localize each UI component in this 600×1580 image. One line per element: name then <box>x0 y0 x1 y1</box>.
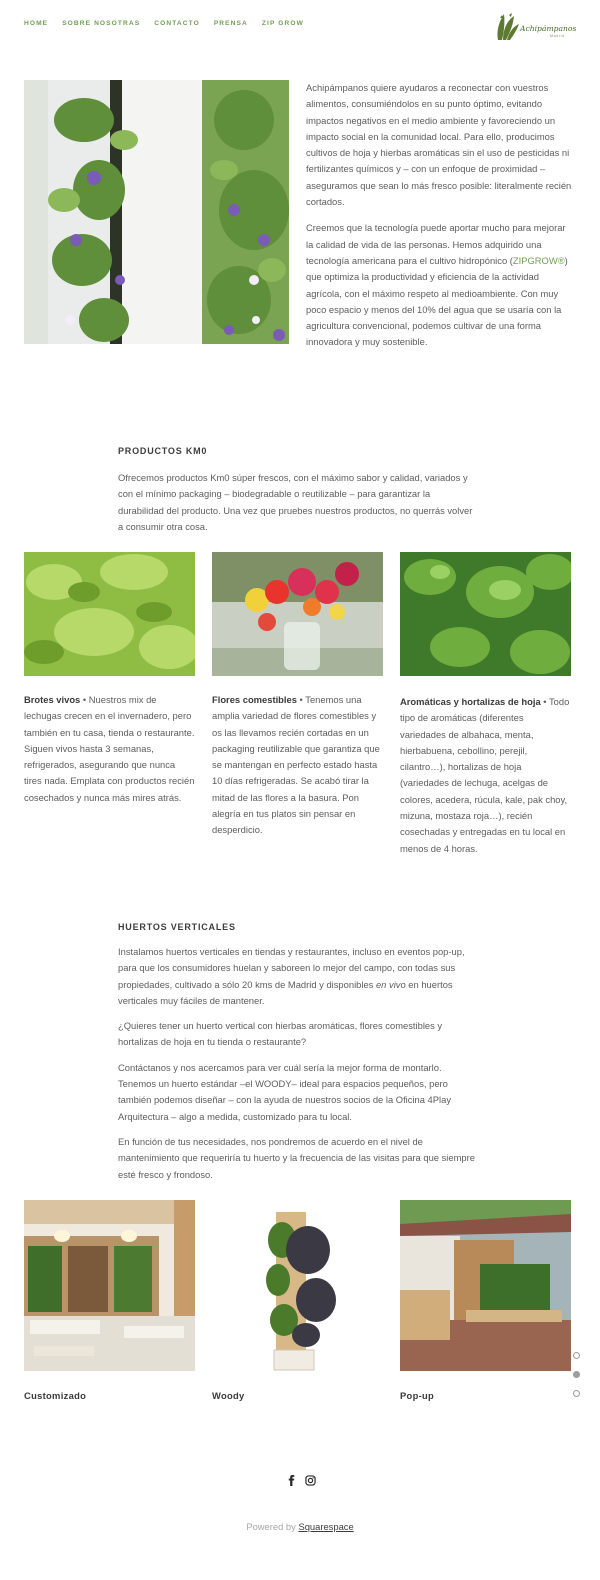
main-nav: HOME SOBRE NOSOTRAS CONTACTO PRENSA ZIP … <box>24 20 304 27</box>
brotes-vivos-text: • Nuestros mix de lechugas crecen en el … <box>24 694 195 803</box>
flores-comestibles-title: Flores comestibles <box>212 694 297 705</box>
productos-intro: Ofrecemos productos Km0 súper frescos, c… <box>118 472 473 532</box>
logo-subtitle: Madrid <box>550 34 565 38</box>
customizado-label: Customizado <box>24 1390 87 1401</box>
customizado-image <box>24 1200 195 1371</box>
social-links <box>286 1473 316 1486</box>
logo-text: Achipámpanos <box>520 24 577 33</box>
aromaticas-caption: Aromáticas y hortalizas de hoja • Todo t… <box>400 694 571 857</box>
pop-up-label: Pop-up <box>400 1390 435 1401</box>
nav-prensa[interactable]: PRENSA <box>214 20 248 27</box>
instagram-icon[interactable] <box>305 1473 316 1486</box>
nav-home[interactable]: HOME <box>24 20 48 27</box>
aromaticas-title: Aromáticas y hortalizas de hoja <box>400 696 541 707</box>
powered-by-text: Powered by <box>246 1521 299 1532</box>
intro-vertical-garden-image <box>24 80 289 344</box>
aromaticas-image <box>400 552 571 676</box>
nav-zip-grow[interactable]: ZIP GROW <box>262 20 304 27</box>
brotes-vivos-image <box>24 552 195 676</box>
intro-paragraph-1: Achipámpanos quiere ayudaros a reconecta… <box>306 82 572 208</box>
footer: Powered by Squarespace <box>0 1521 600 1532</box>
productos-heading: PRODUCTOS KM0 <box>118 446 208 456</box>
huertos-paragraph-2: ¿Quieres tener un huerto vertical con hi… <box>118 1020 443 1048</box>
section-dot-2[interactable] <box>573 1371 580 1378</box>
squarespace-link[interactable]: Squarespace <box>298 1521 353 1532</box>
flores-comestibles-text: • Tenemos una amplia variedad de flores … <box>212 694 380 836</box>
huertos-heading: HUERTOS VERTICALES <box>118 922 236 932</box>
flores-comestibles-caption: Flores comestibles • Tenemos una amplia … <box>212 692 383 839</box>
huertos-paragraph-1-emphasis: en vivo <box>375 978 406 990</box>
huertos-paragraph-3: Contáctanos y nos acercamos para ver cuá… <box>118 1061 452 1122</box>
brotes-vivos-title: Brotes vivos <box>24 694 81 705</box>
zipgrow-link[interactable]: ZIPGROW® <box>513 255 565 266</box>
nav-contacto[interactable]: CONTACTO <box>154 20 200 27</box>
aromaticas-text: • Todo tipo de aromáticas (diferentes va… <box>400 696 570 854</box>
flores-comestibles-image <box>212 552 383 676</box>
woody-image <box>212 1200 383 1371</box>
pop-up-image <box>400 1200 571 1371</box>
section-dots-nav <box>573 1352 581 1409</box>
section-dot-3[interactable] <box>573 1390 580 1397</box>
facebook-icon[interactable] <box>286 1473 297 1486</box>
section-dot-1[interactable] <box>573 1352 580 1359</box>
huertos-paragraph-4: En función de tus necesidades, nos pondr… <box>118 1135 475 1180</box>
nav-sobre-nosotras[interactable]: SOBRE NOSOTRAS <box>62 20 140 27</box>
brotes-vivos-caption: Brotes vivos • Nuestros mix de lechugas … <box>24 692 195 806</box>
intro-paragraph-2: Creemos que la tecnología puede aportar … <box>306 220 572 350</box>
woody-label: Woody <box>212 1390 245 1401</box>
huertos-paragraph-1: Instalamos huertos verticales en tiendas… <box>118 944 480 1009</box>
intro-paragraph-2-text-b: ) que optimiza la productividad y eficie… <box>306 254 568 348</box>
